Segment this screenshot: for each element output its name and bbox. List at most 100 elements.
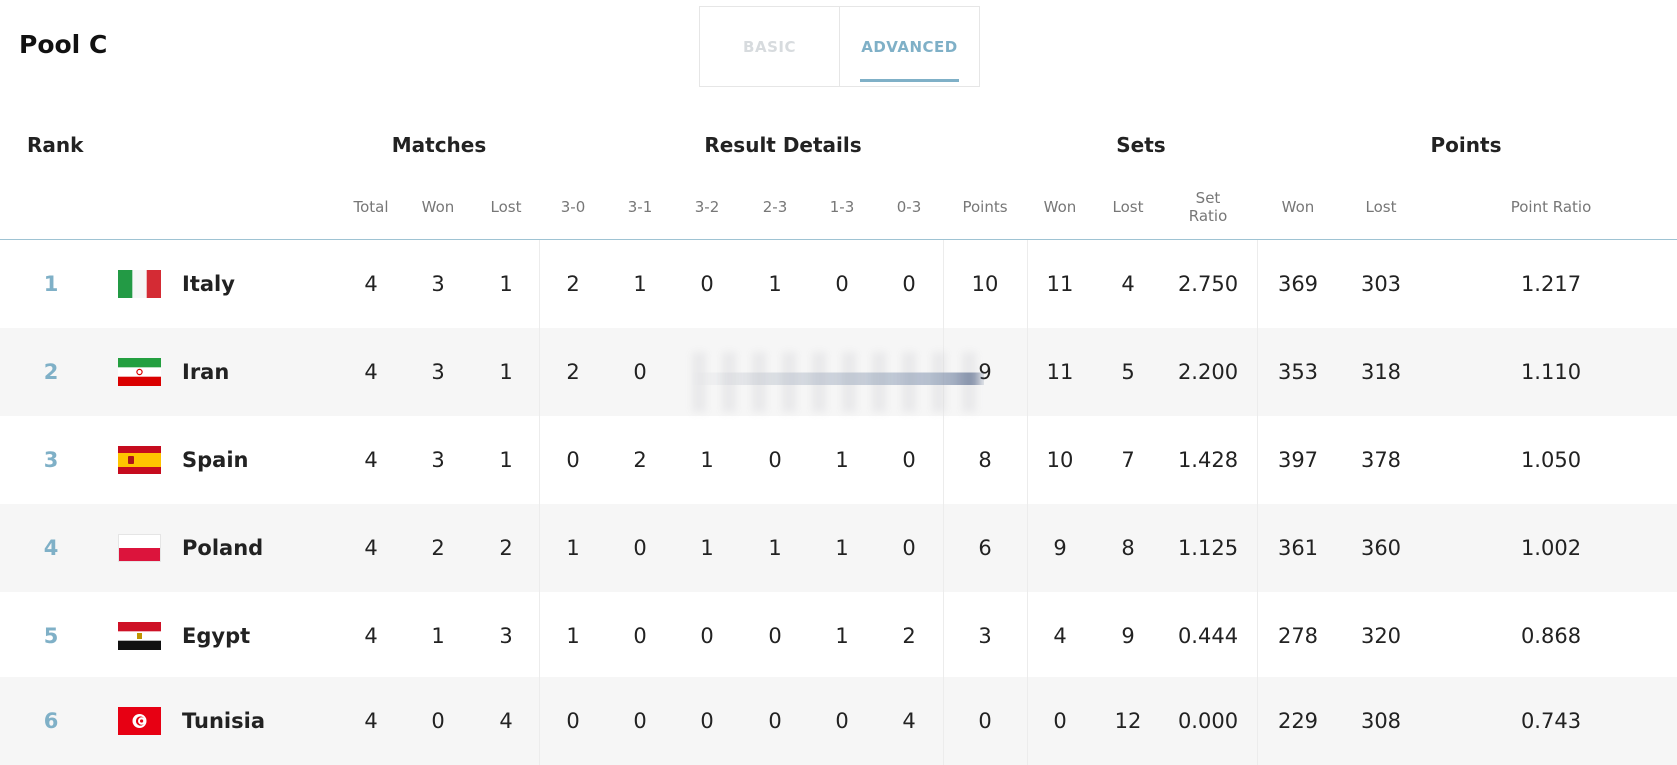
- matches-won: 3: [431, 360, 445, 384]
- iran-flag-icon: [118, 358, 161, 386]
- set-ratio: 0.000: [1177, 709, 1239, 733]
- sets-won: 11: [1046, 360, 1074, 384]
- set-ratio: 2.200: [1177, 360, 1239, 384]
- matches-won: 3: [431, 272, 445, 296]
- table-row[interactable]: 1 Italy 4 3 1 2 1 0 1 0 0 10 11 4 2.750 …: [0, 240, 1677, 328]
- col-header-sets-lost[interactable]: Lost: [1113, 198, 1144, 216]
- points-lost: 360: [1360, 536, 1402, 560]
- matches-total: 4: [364, 624, 378, 648]
- result-3-0: 0: [566, 448, 580, 472]
- result-1-3: 0: [835, 709, 849, 733]
- matches-total: 4: [364, 272, 378, 296]
- result-points: 9: [978, 360, 992, 384]
- rank-number: 4: [43, 536, 59, 560]
- column-divider: [1257, 240, 1258, 765]
- result-3-1: 0: [633, 624, 647, 648]
- col-header-3-2[interactable]: 3-2: [695, 198, 720, 216]
- sets-lost: 12: [1114, 709, 1142, 733]
- table-row[interactable]: 3 Spain 4 3 1 0 2 1 0 1 0 8 10 7 1.428 3…: [0, 416, 1677, 504]
- result-0-3: 4: [902, 709, 916, 733]
- result-3-2: 1: [700, 448, 714, 472]
- result-3-1: 0: [633, 360, 647, 384]
- sets-won: 10: [1046, 448, 1074, 472]
- page-title: Pool C: [19, 30, 108, 59]
- col-header-set-ratio[interactable]: Set Ratio: [1189, 189, 1228, 225]
- result-2-3: 0: [768, 448, 782, 472]
- col-header-points-lost[interactable]: Lost: [1366, 198, 1397, 216]
- table-row[interactable]: 6 Tunisia 4 0 4 0 0 0 0 0 4 0 0 12 0.000…: [0, 677, 1677, 765]
- matches-lost: 2: [499, 536, 513, 560]
- set-ratio: 1.428: [1177, 448, 1239, 472]
- result-0-3: 2: [902, 624, 916, 648]
- result-1-3: 1: [835, 448, 849, 472]
- col-header-total[interactable]: Total: [353, 198, 388, 216]
- result-0-3: 0: [902, 448, 916, 472]
- set-ratio: 1.125: [1177, 536, 1239, 560]
- matches-lost: 4: [499, 709, 513, 733]
- rank-number: 6: [43, 709, 59, 733]
- team-name[interactable]: Poland: [182, 536, 263, 560]
- col-header-set-ratio-line1: Set: [1195, 189, 1221, 207]
- matches-lost: 1: [499, 272, 513, 296]
- result-3-2: 0: [700, 624, 714, 648]
- team-name[interactable]: Italy: [182, 272, 235, 296]
- sets-lost: 9: [1121, 624, 1135, 648]
- rank-number: 2: [43, 360, 59, 384]
- result-3-0: 2: [566, 272, 580, 296]
- result-3-1: 2: [633, 448, 647, 472]
- result-3-2: 0: [700, 709, 714, 733]
- result-1-3: 1: [835, 536, 849, 560]
- poland-flag-icon: [118, 534, 161, 562]
- table-row[interactable]: 5 Egypt 4 1 3 1 0 0 0 1 2 3 4 9 0.444 27…: [0, 592, 1677, 680]
- points-lost: 308: [1360, 709, 1402, 733]
- points-lost: 378: [1360, 448, 1402, 472]
- rank-number: 1: [43, 272, 59, 296]
- sets-lost: 8: [1121, 536, 1135, 560]
- result-1-3: 1: [835, 624, 849, 648]
- matches-lost: 1: [499, 448, 513, 472]
- tab-advanced[interactable]: ADVANCED: [839, 7, 979, 86]
- col-header-1-3[interactable]: 1-3: [830, 198, 855, 216]
- italy-flag-icon: [118, 270, 161, 298]
- points-won: 278: [1277, 624, 1319, 648]
- tab-basic[interactable]: BASIC: [700, 7, 839, 86]
- result-2-3: 0: [768, 709, 782, 733]
- col-header-points-won[interactable]: Won: [1282, 198, 1315, 216]
- col-header-set-ratio-line2: Ratio: [1188, 207, 1228, 225]
- result-0-3: 0: [902, 272, 916, 296]
- group-header-matches: Matches: [391, 133, 487, 157]
- col-header-2-3[interactable]: 2-3: [763, 198, 788, 216]
- col-header-0-3[interactable]: 0-3: [897, 198, 922, 216]
- col-header-3-1[interactable]: 3-1: [628, 198, 653, 216]
- team-name[interactable]: Iran: [182, 360, 229, 384]
- col-header-3-0[interactable]: 3-0: [561, 198, 586, 216]
- result-points: 0: [978, 709, 992, 733]
- points-won: 353: [1277, 360, 1319, 384]
- sets-lost: 7: [1121, 448, 1135, 472]
- team-name[interactable]: Tunisia: [182, 709, 265, 733]
- table-row[interactable]: 4 Poland 4 2 2 1 0 1 1 1 0 6 9 8 1.125 3…: [0, 504, 1677, 592]
- matches-won: 3: [431, 448, 445, 472]
- result-3-0: 1: [566, 536, 580, 560]
- col-header-sets-won[interactable]: Won: [1044, 198, 1077, 216]
- column-divider: [539, 240, 540, 765]
- view-tabs: BASIC ADVANCED: [699, 6, 980, 87]
- table-row[interactable]: 2 Iran 4 3 1 2 0 9 11 5 2.200 353 318 1.…: [0, 328, 1677, 416]
- result-3-0: 1: [566, 624, 580, 648]
- result-points: 8: [978, 448, 992, 472]
- team-name[interactable]: Egypt: [182, 624, 250, 648]
- col-header-lost[interactable]: Lost: [491, 198, 522, 216]
- points-lost: 318: [1360, 360, 1402, 384]
- column-divider: [1027, 240, 1028, 765]
- result-3-1: 1: [633, 272, 647, 296]
- team-name[interactable]: Spain: [182, 448, 248, 472]
- point-ratio: 0.743: [1520, 709, 1582, 733]
- col-header-points[interactable]: Points: [962, 198, 1007, 216]
- group-header-result-details: Result Details: [704, 133, 862, 157]
- col-header-point-ratio[interactable]: Point Ratio: [1511, 198, 1592, 216]
- point-ratio: 0.868: [1520, 624, 1582, 648]
- result-2-3: 0: [768, 624, 782, 648]
- rank-number: 5: [43, 624, 59, 648]
- col-header-won[interactable]: Won: [422, 198, 455, 216]
- matches-won: 2: [431, 536, 445, 560]
